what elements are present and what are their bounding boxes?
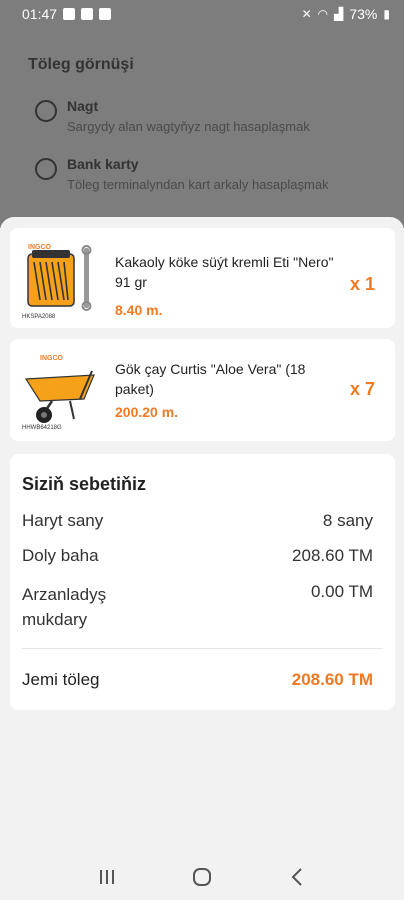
recents-icon[interactable] — [87, 859, 127, 895]
product-name: Kakaoly köke süýt kremli Eti "Nero" 91 g… — [115, 254, 334, 290]
product-image: INGCO HHWB64218G — [22, 351, 102, 431]
mute-icon: ✕ — [301, 7, 312, 21]
back-icon[interactable] — [277, 859, 317, 895]
status-bar: 01:47 ✕ ◠ ▟ 73% ▮ — [0, 0, 404, 28]
signal-icon: ▟ — [334, 7, 344, 21]
notification-icon — [63, 8, 76, 20]
product-price: 200.20 m. — [115, 404, 179, 420]
radio-button[interactable] — [35, 158, 57, 180]
summary-total-row: Jemi töleg 208.60 TM — [22, 670, 373, 690]
row-label: Arzanladyş mukdary — [22, 585, 107, 629]
svg-text:HHWB64218G: HHWB64218G — [22, 425, 62, 431]
summary-title: Siziň sebetiňiz — [22, 474, 147, 494]
row-label: Haryt sany — [22, 511, 104, 530]
row-value: 0.00 TM — [310, 582, 373, 601]
row-value: 208.60 TM — [292, 546, 373, 565]
cart-item[interactable]: INGCO HHWB64218G Gök çay Curtis "Aloe Ve… — [10, 339, 395, 441]
cart-bottom-sheet: INGCO HKSPA2088 Kakaoly köke süýt kremli… — [0, 217, 404, 900]
total-label: Jemi töleg — [22, 670, 100, 689]
summary-row: Doly baha 208.60 TM — [22, 546, 373, 566]
row-value: 8 sany — [322, 511, 373, 530]
cart-item[interactable]: INGCO HKSPA2088 Kakaoly köke süýt kremli… — [10, 228, 395, 328]
option-subtitle: Sargydy alan wagtyňyz nagt hasaplaşmak — [67, 119, 310, 134]
option-subtitle: Töleg terminalyndan kart arkaly hasaplaş… — [67, 177, 329, 192]
wifi-icon: ◠ — [317, 7, 329, 21]
svg-text:INGCO: INGCO — [28, 244, 52, 251]
summary-row: Haryt sany 8 sany — [22, 511, 373, 531]
cart-summary: Siziň sebetiňiz Haryt sany 8 sany Doly b… — [10, 454, 395, 710]
status-time: 01:47 — [22, 6, 58, 22]
dimmed-overlay[interactable]: 01:47 ✕ ◠ ▟ 73% ▮ Töleg görnüşi Nagt Sar… — [0, 0, 404, 228]
product-name: Gök çay Curtis "Aloe Vera" (18 paket) — [115, 361, 306, 397]
payment-title: Töleg görnüşi — [28, 56, 134, 73]
row-label: Doly baha — [22, 546, 99, 565]
product-price: 8.40 m. — [115, 302, 163, 318]
option-title: Bank karty — [67, 156, 139, 172]
battery-icon: ▮ — [383, 7, 390, 21]
radio-button[interactable] — [35, 100, 57, 122]
divider — [22, 648, 383, 649]
svg-text:HKSPA2088: HKSPA2088 — [22, 314, 56, 320]
system-nav-bar — [0, 854, 404, 900]
payment-option-card[interactable]: Bank karty Töleg terminalyndan kart arka… — [35, 156, 329, 192]
product-quantity: x 7 — [349, 379, 375, 399]
notification-icon — [99, 8, 112, 20]
battery-percent: 73% — [349, 6, 378, 22]
product-quantity: x 1 — [349, 274, 375, 294]
payment-option-cash[interactable]: Nagt Sargydy alan wagtyňyz nagt hasaplaş… — [35, 98, 310, 134]
summary-row: Arzanladyş mukdary 0.00 TM — [22, 582, 373, 632]
home-icon[interactable] — [182, 859, 222, 895]
product-image: INGCO HKSPA2088 — [22, 240, 102, 320]
svg-text:INGCO: INGCO — [40, 355, 64, 362]
option-title: Nagt — [67, 98, 99, 114]
notification-icon — [81, 8, 94, 20]
total-value: 208.60 TM — [291, 670, 373, 689]
